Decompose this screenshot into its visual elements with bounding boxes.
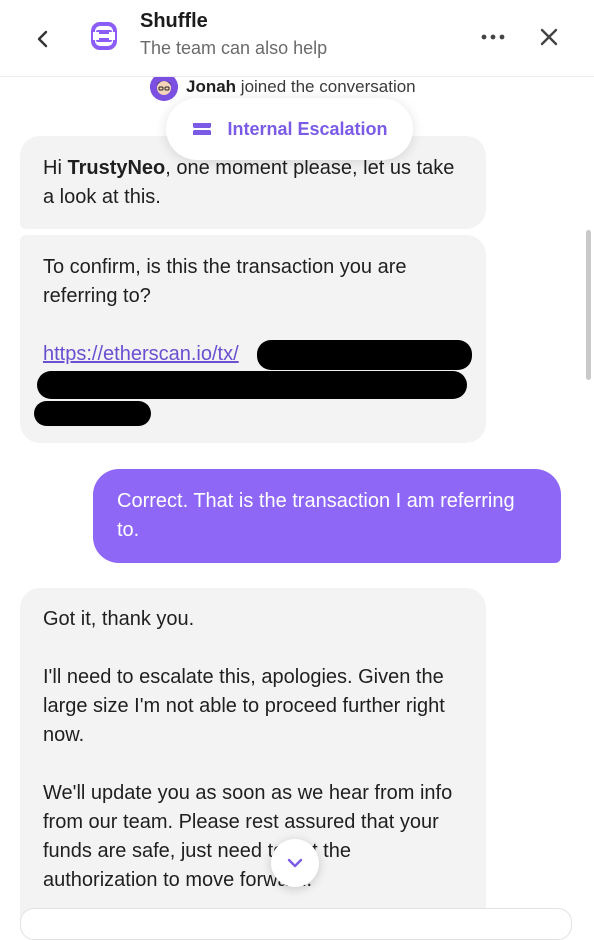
joined-text: Jonah joined the conversation <box>186 77 416 97</box>
chat-title: Shuffle <box>140 10 208 32</box>
message-text: Correct. That is the transaction I am re… <box>117 490 515 541</box>
chat-header: Shuffle The team can also help <box>0 0 594 77</box>
message-text: To confirm, is this the transaction you … <box>43 256 407 307</box>
avatar <box>150 73 178 101</box>
message-paragraph: Got it, thank you. <box>43 608 195 630</box>
scrollbar-thumb[interactable] <box>586 230 591 380</box>
chevron-down-icon <box>287 858 303 868</box>
scroll-down-button[interactable] <box>271 839 319 887</box>
message-paragraph: We'll update you as soon as we hear from… <box>43 782 453 891</box>
escalation-label: Internal Escalation <box>227 118 388 139</box>
user-message: Correct. That is the transaction I am re… <box>93 469 561 563</box>
greeting-text: Hi <box>43 157 68 179</box>
close-button[interactable] <box>534 22 564 52</box>
message-paragraph: I'll need to escalate this, apologies. G… <box>43 666 445 746</box>
message-text: Hi TrustyNeo, one moment please, let us … <box>43 154 463 212</box>
close-icon <box>540 28 558 46</box>
redaction-bar <box>37 371 467 399</box>
username: TrustyNeo <box>67 157 166 179</box>
joined-message: joined the conversation <box>236 77 416 96</box>
agent-message: Got it, thank you. I'll need to escalate… <box>20 588 486 925</box>
chat-subtitle: The team can also help <box>140 38 328 58</box>
ticket-icon <box>193 123 212 135</box>
back-button[interactable] <box>28 24 58 54</box>
shuffle-logo-icon <box>86 18 122 54</box>
joined-notice: Jonah joined the conversation <box>150 73 416 101</box>
message-composer[interactable] <box>20 908 572 940</box>
internal-escalation-badge: Internal Escalation <box>166 98 413 160</box>
joined-user-name: Jonah <box>186 77 237 96</box>
redaction-bar <box>257 340 472 370</box>
etherscan-link[interactable]: https://etherscan.io/tx/ <box>43 343 239 365</box>
chevron-left-icon <box>37 30 48 48</box>
redaction-bar <box>34 401 151 426</box>
more-options-button[interactable] <box>476 22 510 52</box>
more-horizontal-icon <box>481 34 505 40</box>
